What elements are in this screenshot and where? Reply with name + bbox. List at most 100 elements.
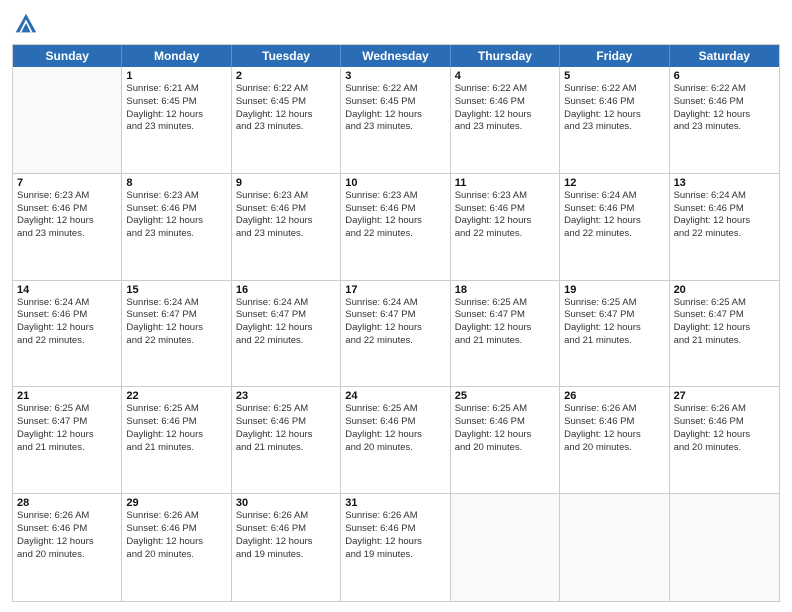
day-number: 25 bbox=[455, 390, 555, 402]
day-number: 7 bbox=[17, 177, 117, 189]
sunset-text: Sunset: 6:47 PM bbox=[126, 309, 226, 322]
minutes-text: and 21 minutes. bbox=[564, 335, 664, 348]
minutes-text: and 23 minutes. bbox=[674, 121, 775, 134]
sunset-text: Sunset: 6:46 PM bbox=[236, 523, 336, 536]
empty-cell bbox=[670, 494, 779, 601]
calendar-cell: 25Sunrise: 6:25 AMSunset: 6:46 PMDayligh… bbox=[451, 387, 560, 493]
sunrise-text: Sunrise: 6:24 AM bbox=[674, 190, 775, 203]
sunset-text: Sunset: 6:46 PM bbox=[17, 309, 117, 322]
sunrise-text: Sunrise: 6:25 AM bbox=[564, 297, 664, 310]
daylight-text: Daylight: 12 hours bbox=[126, 322, 226, 335]
day-number: 23 bbox=[236, 390, 336, 402]
sunrise-text: Sunrise: 6:24 AM bbox=[236, 297, 336, 310]
minutes-text: and 22 minutes. bbox=[455, 228, 555, 241]
day-number: 22 bbox=[126, 390, 226, 402]
sunset-text: Sunset: 6:46 PM bbox=[455, 416, 555, 429]
calendar-week: 14Sunrise: 6:24 AMSunset: 6:46 PMDayligh… bbox=[13, 281, 779, 388]
minutes-text: and 22 minutes. bbox=[17, 335, 117, 348]
minutes-text: and 20 minutes. bbox=[17, 549, 117, 562]
calendar-day-header: Monday bbox=[122, 45, 231, 67]
calendar-cell: 20Sunrise: 6:25 AMSunset: 6:47 PMDayligh… bbox=[670, 281, 779, 387]
sunrise-text: Sunrise: 6:26 AM bbox=[564, 403, 664, 416]
day-number: 5 bbox=[564, 70, 664, 82]
daylight-text: Daylight: 12 hours bbox=[17, 322, 117, 335]
sunset-text: Sunset: 6:46 PM bbox=[17, 203, 117, 216]
calendar-cell: 30Sunrise: 6:26 AMSunset: 6:46 PMDayligh… bbox=[232, 494, 341, 601]
calendar-cell: 15Sunrise: 6:24 AMSunset: 6:47 PMDayligh… bbox=[122, 281, 231, 387]
daylight-text: Daylight: 12 hours bbox=[126, 215, 226, 228]
calendar-cell: 31Sunrise: 6:26 AMSunset: 6:46 PMDayligh… bbox=[341, 494, 450, 601]
sunrise-text: Sunrise: 6:22 AM bbox=[236, 83, 336, 96]
page: SundayMondayTuesdayWednesdayThursdayFrid… bbox=[0, 0, 792, 612]
day-number: 11 bbox=[455, 177, 555, 189]
day-number: 4 bbox=[455, 70, 555, 82]
daylight-text: Daylight: 12 hours bbox=[564, 109, 664, 122]
empty-cell bbox=[560, 494, 669, 601]
daylight-text: Daylight: 12 hours bbox=[236, 536, 336, 549]
sunrise-text: Sunrise: 6:26 AM bbox=[236, 510, 336, 523]
calendar-cell: 27Sunrise: 6:26 AMSunset: 6:46 PMDayligh… bbox=[670, 387, 779, 493]
daylight-text: Daylight: 12 hours bbox=[674, 322, 775, 335]
sunset-text: Sunset: 6:47 PM bbox=[564, 309, 664, 322]
calendar-cell: 1Sunrise: 6:21 AMSunset: 6:45 PMDaylight… bbox=[122, 67, 231, 173]
minutes-text: and 21 minutes. bbox=[126, 442, 226, 455]
calendar-cell: 9Sunrise: 6:23 AMSunset: 6:46 PMDaylight… bbox=[232, 174, 341, 280]
sunrise-text: Sunrise: 6:22 AM bbox=[345, 83, 445, 96]
daylight-text: Daylight: 12 hours bbox=[564, 429, 664, 442]
calendar-cell: 12Sunrise: 6:24 AMSunset: 6:46 PMDayligh… bbox=[560, 174, 669, 280]
day-number: 1 bbox=[126, 70, 226, 82]
sunset-text: Sunset: 6:46 PM bbox=[236, 416, 336, 429]
daylight-text: Daylight: 12 hours bbox=[345, 429, 445, 442]
calendar: SundayMondayTuesdayWednesdayThursdayFrid… bbox=[12, 44, 780, 602]
day-number: 29 bbox=[126, 497, 226, 509]
sunrise-text: Sunrise: 6:26 AM bbox=[674, 403, 775, 416]
minutes-text: and 23 minutes. bbox=[455, 121, 555, 134]
sunset-text: Sunset: 6:46 PM bbox=[455, 203, 555, 216]
calendar-cell: 6Sunrise: 6:22 AMSunset: 6:46 PMDaylight… bbox=[670, 67, 779, 173]
sunset-text: Sunset: 6:46 PM bbox=[455, 96, 555, 109]
sunrise-text: Sunrise: 6:26 AM bbox=[17, 510, 117, 523]
daylight-text: Daylight: 12 hours bbox=[236, 215, 336, 228]
calendar-cell: 2Sunrise: 6:22 AMSunset: 6:45 PMDaylight… bbox=[232, 67, 341, 173]
sunset-text: Sunset: 6:45 PM bbox=[345, 96, 445, 109]
sunset-text: Sunset: 6:47 PM bbox=[674, 309, 775, 322]
minutes-text: and 21 minutes. bbox=[674, 335, 775, 348]
day-number: 27 bbox=[674, 390, 775, 402]
day-number: 26 bbox=[564, 390, 664, 402]
daylight-text: Daylight: 12 hours bbox=[236, 109, 336, 122]
minutes-text: and 20 minutes. bbox=[674, 442, 775, 455]
minutes-text: and 23 minutes. bbox=[236, 228, 336, 241]
sunset-text: Sunset: 6:47 PM bbox=[236, 309, 336, 322]
calendar-cell: 4Sunrise: 6:22 AMSunset: 6:46 PMDaylight… bbox=[451, 67, 560, 173]
minutes-text: and 23 minutes. bbox=[126, 228, 226, 241]
calendar-cell: 23Sunrise: 6:25 AMSunset: 6:46 PMDayligh… bbox=[232, 387, 341, 493]
day-number: 24 bbox=[345, 390, 445, 402]
sunset-text: Sunset: 6:46 PM bbox=[126, 203, 226, 216]
minutes-text: and 23 minutes. bbox=[126, 121, 226, 134]
daylight-text: Daylight: 12 hours bbox=[126, 109, 226, 122]
sunset-text: Sunset: 6:46 PM bbox=[345, 416, 445, 429]
sunrise-text: Sunrise: 6:24 AM bbox=[564, 190, 664, 203]
calendar-cell: 11Sunrise: 6:23 AMSunset: 6:46 PMDayligh… bbox=[451, 174, 560, 280]
daylight-text: Daylight: 12 hours bbox=[564, 322, 664, 335]
sunset-text: Sunset: 6:46 PM bbox=[17, 523, 117, 536]
minutes-text: and 22 minutes. bbox=[236, 335, 336, 348]
daylight-text: Daylight: 12 hours bbox=[674, 429, 775, 442]
day-number: 14 bbox=[17, 284, 117, 296]
minutes-text: and 21 minutes. bbox=[236, 442, 336, 455]
daylight-text: Daylight: 12 hours bbox=[345, 109, 445, 122]
sunrise-text: Sunrise: 6:23 AM bbox=[126, 190, 226, 203]
sunrise-text: Sunrise: 6:25 AM bbox=[455, 403, 555, 416]
sunrise-text: Sunrise: 6:24 AM bbox=[345, 297, 445, 310]
sunset-text: Sunset: 6:47 PM bbox=[17, 416, 117, 429]
calendar-week: 7Sunrise: 6:23 AMSunset: 6:46 PMDaylight… bbox=[13, 174, 779, 281]
sunset-text: Sunset: 6:46 PM bbox=[674, 416, 775, 429]
logo-icon bbox=[12, 10, 40, 38]
day-number: 6 bbox=[674, 70, 775, 82]
empty-cell bbox=[13, 67, 122, 173]
minutes-text: and 21 minutes. bbox=[17, 442, 117, 455]
day-number: 3 bbox=[345, 70, 445, 82]
daylight-text: Daylight: 12 hours bbox=[455, 322, 555, 335]
header bbox=[12, 10, 780, 38]
calendar-cell: 3Sunrise: 6:22 AMSunset: 6:45 PMDaylight… bbox=[341, 67, 450, 173]
